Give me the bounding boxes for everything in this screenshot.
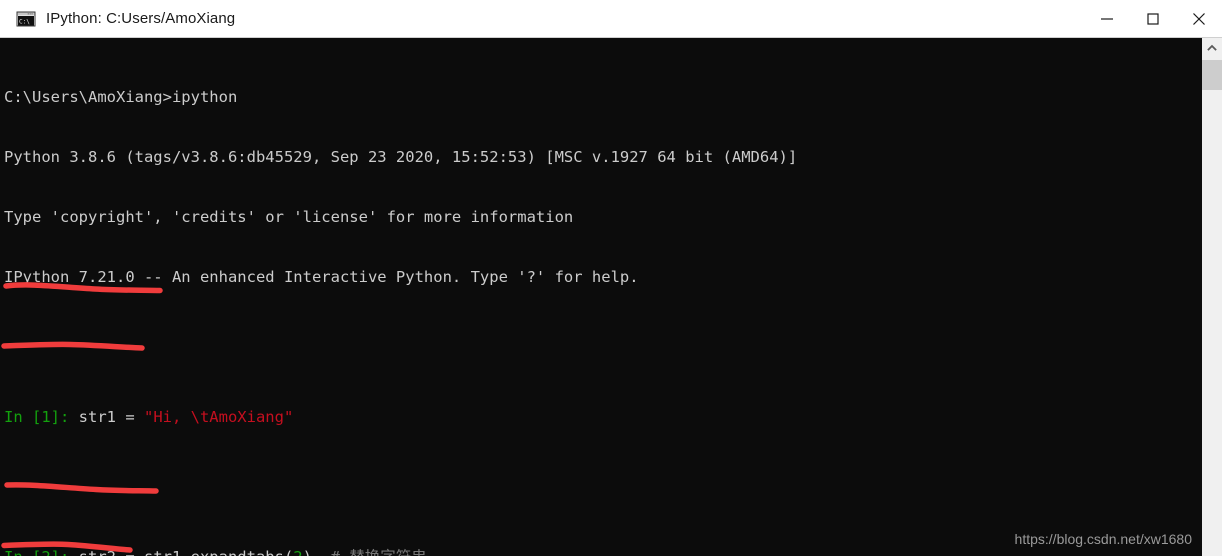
close-button[interactable]: [1176, 0, 1222, 38]
svg-text:C:\: C:\: [19, 18, 30, 25]
console-line-banner-1: Python 3.8.6 (tags/v3.8.6:db45529, Sep 2…: [4, 148, 798, 166]
console-line-command: C:\Users\AmoXiang>ipython: [4, 88, 238, 106]
window-controls: [1084, 0, 1222, 38]
console-text: C:\Users\AmoXiang>ipython Python 3.8.6 (…: [4, 47, 797, 556]
console-icon: C:\: [16, 9, 36, 29]
comment-in-2: # 替换字符串: [312, 548, 427, 556]
minimize-button[interactable]: [1084, 0, 1130, 38]
code-in-2: str2 = str1.expandtabs(: [69, 548, 294, 556]
ipython-console-window: C:\ IPython: C:Users/AmoXiang C:\Users\A…: [0, 0, 1222, 556]
console-line-in-1: In [1]: str1 = "Hi, \tAmoXiang": [4, 407, 797, 427]
console-line-banner-3: IPython 7.21.0 -- An enhanced Interactiv…: [4, 268, 639, 286]
watermark-text: https://blog.csdn.net/xw1680: [1014, 531, 1192, 547]
window-title: IPython: C:Users/AmoXiang: [46, 10, 236, 27]
console-line-in-2: In [2]: str2 = str1.expandtabs(2) # 替换字符…: [4, 547, 797, 556]
chevron-up-icon[interactable]: [1202, 38, 1222, 58]
string-in-1: "Hi, \tAmoXiang": [143, 408, 294, 426]
code-after-in-2: ): [303, 548, 312, 556]
vertical-scrollbar[interactable]: [1202, 38, 1222, 556]
scrollbar-thumb[interactable]: [1202, 60, 1222, 90]
maximize-button[interactable]: [1130, 0, 1176, 38]
code-in-1: str1 =: [69, 408, 144, 426]
prompt-in-2: In [2]:: [4, 548, 69, 556]
terminal-output-area[interactable]: C:\Users\AmoXiang>ipython Python 3.8.6 (…: [0, 38, 1202, 556]
prompt-in-1: In [1]:: [4, 408, 70, 426]
title-bar[interactable]: C:\ IPython: C:Users/AmoXiang: [0, 0, 1222, 38]
console-line-banner-2: Type 'copyright', 'credits' or 'license'…: [4, 208, 574, 226]
number-in-2: 2: [293, 548, 302, 556]
